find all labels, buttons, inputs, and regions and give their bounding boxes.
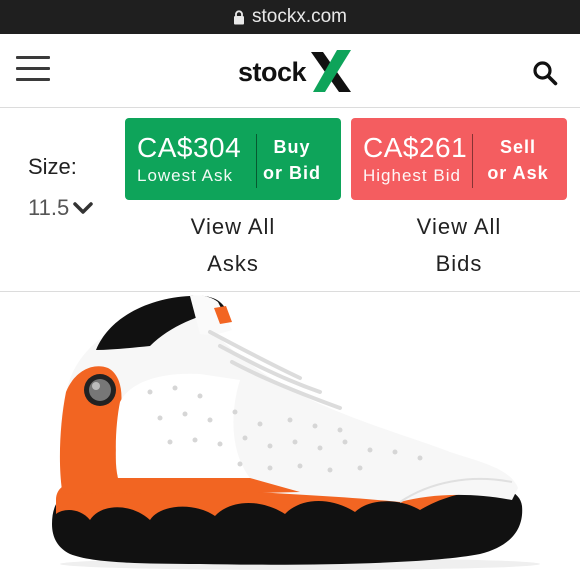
- sell-or-ask-button[interactable]: CA$261 Highest Bid Sell or Ask: [351, 118, 567, 200]
- chevron-down-icon: [73, 202, 93, 214]
- view-all-bids-link[interactable]: View All Bids: [351, 208, 567, 282]
- sneaker-image: [52, 295, 540, 570]
- size-label: Size:: [28, 154, 77, 179]
- logo-text: stock: [238, 56, 307, 87]
- logo-x-icon: [311, 50, 352, 92]
- sell-or-ask-label: Sell or Ask: [487, 137, 549, 183]
- menu-icon[interactable]: [16, 56, 50, 84]
- highest-bid-amount: CA$261: [363, 132, 468, 163]
- size-value: 11.5: [28, 195, 70, 220]
- browser-url-bar[interactable]: stockx.com: [0, 0, 580, 34]
- view-all-asks-link[interactable]: View All Asks: [125, 208, 341, 282]
- product-image: [0, 292, 580, 580]
- price-bar: Size: 11.5 CA$304 Lowest Ask Buy or Bid …: [0, 108, 580, 292]
- lock-icon: [233, 9, 245, 25]
- search-icon[interactable]: [532, 60, 558, 91]
- site-header: stock: [0, 34, 580, 108]
- highest-bid-label: Highest Bid: [363, 166, 461, 185]
- size-selector[interactable]: 11.5: [28, 195, 94, 221]
- buy-or-bid-label: Buy or Bid: [263, 137, 321, 183]
- stockx-logo[interactable]: stock: [238, 48, 355, 96]
- url-text: stockx.com: [251, 6, 348, 27]
- lowest-ask-amount: CA$304: [137, 132, 242, 163]
- buy-or-bid-button[interactable]: CA$304 Lowest Ask Buy or Bid: [125, 118, 341, 200]
- lowest-ask-label: Lowest Ask: [137, 166, 233, 185]
